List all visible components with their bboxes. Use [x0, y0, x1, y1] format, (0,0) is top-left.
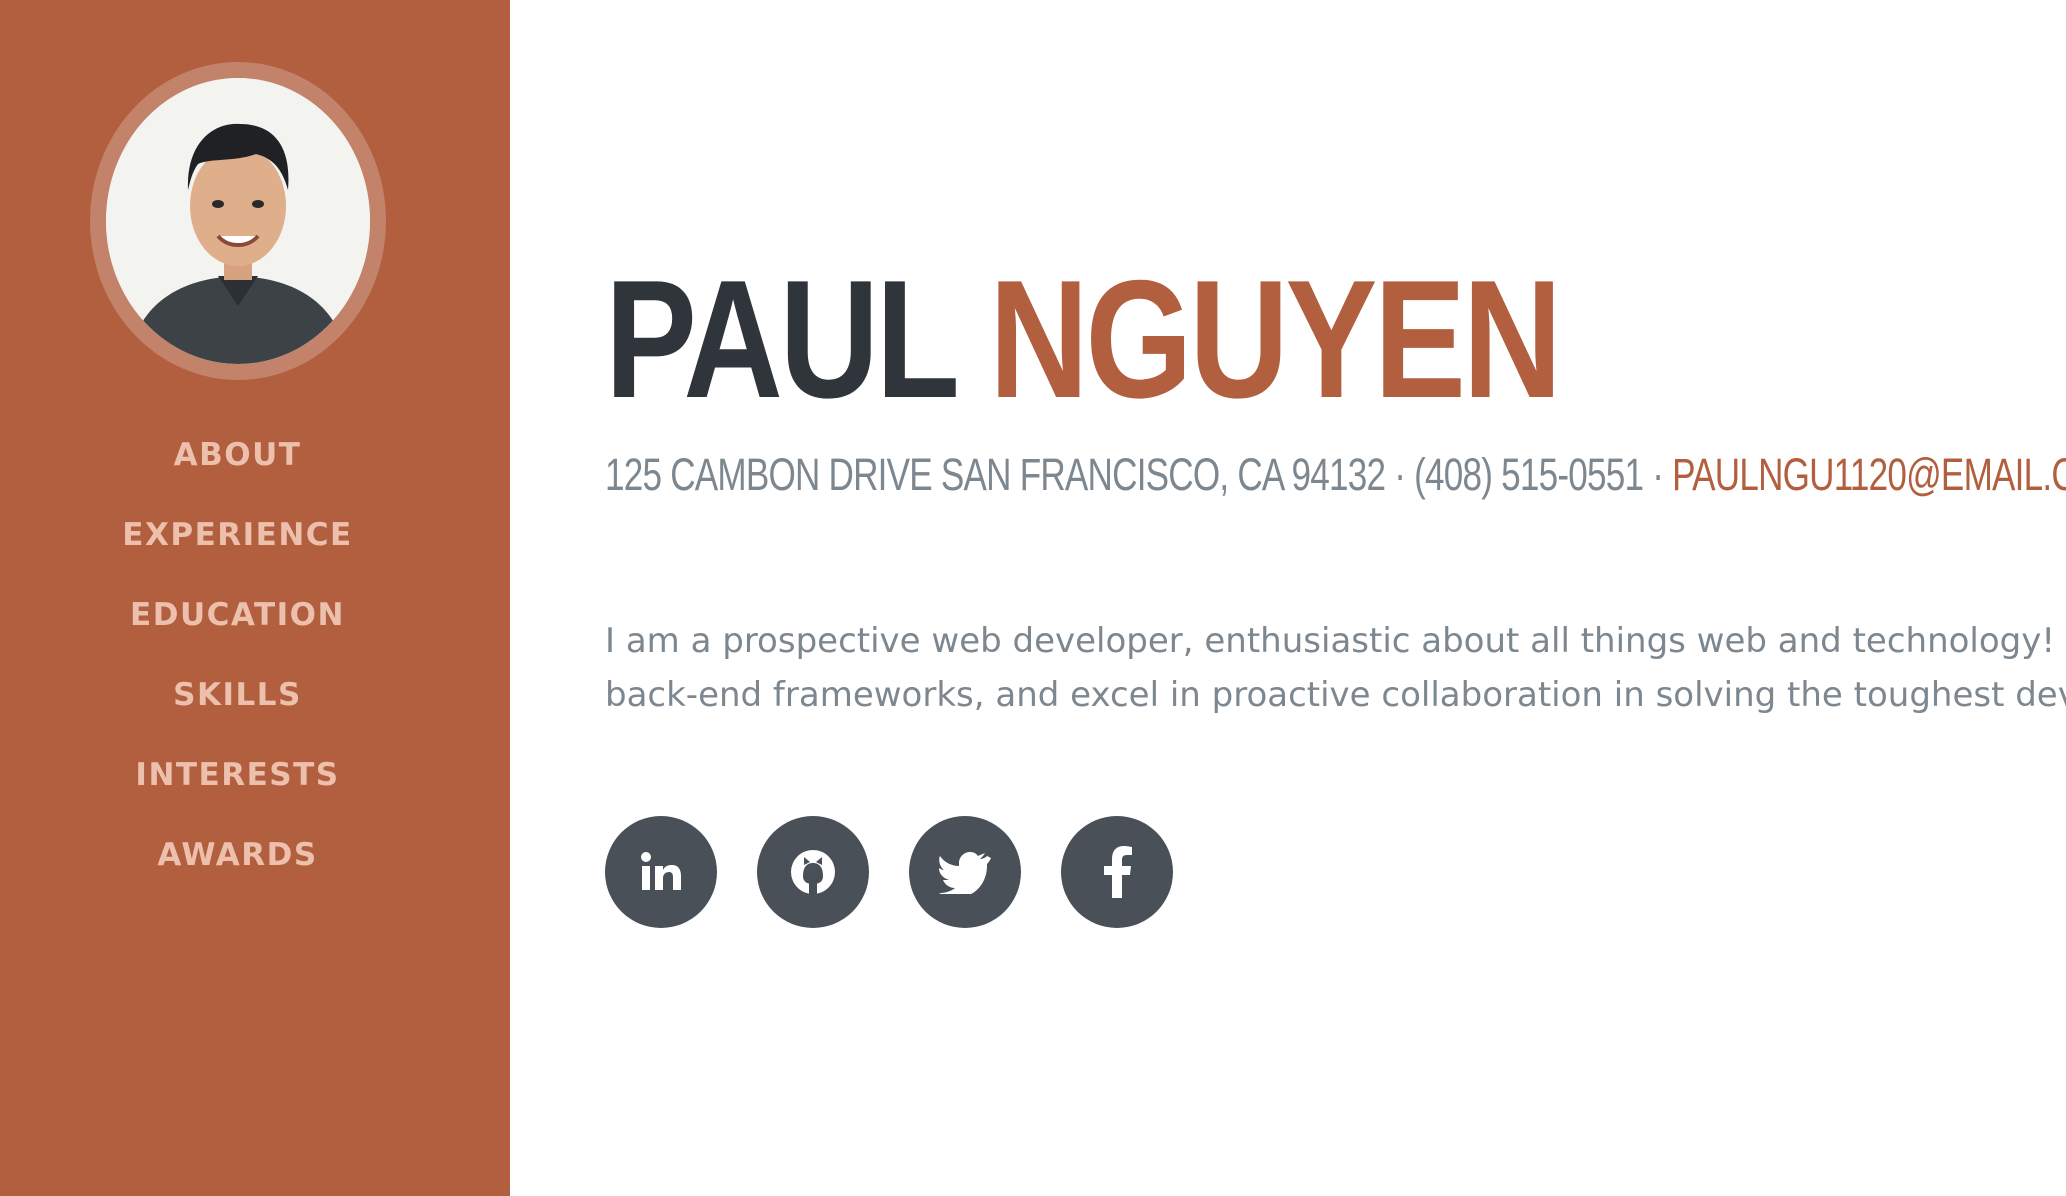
- nav-item-about[interactable]: ABOUT: [0, 420, 475, 500]
- avatar: [106, 78, 370, 364]
- main-content: PAUL NGUYEN 125 CAMBON DRIVE SAN FRANCIS…: [510, 0, 2066, 1196]
- avatar-ring: [90, 62, 386, 380]
- twitter-icon: [939, 852, 991, 894]
- nav-item-interests[interactable]: INTERESTS: [0, 740, 475, 820]
- first-name: PAUL: [605, 245, 957, 433]
- email-link[interactable]: PAULNGU1120@EMAIL.COM: [1672, 449, 2066, 500]
- about-line-1: I am a prospective web developer, enthus…: [605, 621, 2066, 661]
- about-text: I am a prospective web developer, enthus…: [605, 614, 2066, 722]
- nav-item-education[interactable]: EDUCATION: [0, 580, 475, 660]
- linkedin-icon: [641, 852, 681, 890]
- facebook-button[interactable]: [1061, 816, 1173, 928]
- twitter-button[interactable]: [909, 816, 1021, 928]
- social-icons: [605, 816, 1173, 928]
- last-name: NGUYEN: [989, 245, 1562, 433]
- sidebar-nav: ABOUT EXPERIENCE EDUCATION SKILLS INTERE…: [0, 420, 475, 900]
- contact-line: 125 CAMBON DRIVE SAN FRANCISCO, CA 94132…: [605, 452, 2066, 497]
- nav-item-experience[interactable]: EXPERIENCE: [0, 500, 475, 580]
- nav-item-skills[interactable]: SKILLS: [0, 660, 475, 740]
- github-icon: [791, 850, 835, 894]
- github-button[interactable]: [757, 816, 869, 928]
- address-text: 125 CAMBON DRIVE SAN FRANCISCO, CA 94132…: [605, 449, 1406, 500]
- profile-photo: [106, 78, 370, 364]
- page-title: PAUL NGUYEN: [605, 255, 1562, 423]
- facebook-icon: [1104, 846, 1132, 898]
- sidebar: ABOUT EXPERIENCE EDUCATION SKILLS INTERE…: [0, 0, 510, 1196]
- about-line-2: back-end frameworks, and excel in proact…: [605, 675, 2066, 715]
- linkedin-button[interactable]: [605, 816, 717, 928]
- nav-item-awards[interactable]: AWARDS: [0, 820, 475, 900]
- phone-text: (408) 515-0551 ·: [1414, 449, 1664, 500]
